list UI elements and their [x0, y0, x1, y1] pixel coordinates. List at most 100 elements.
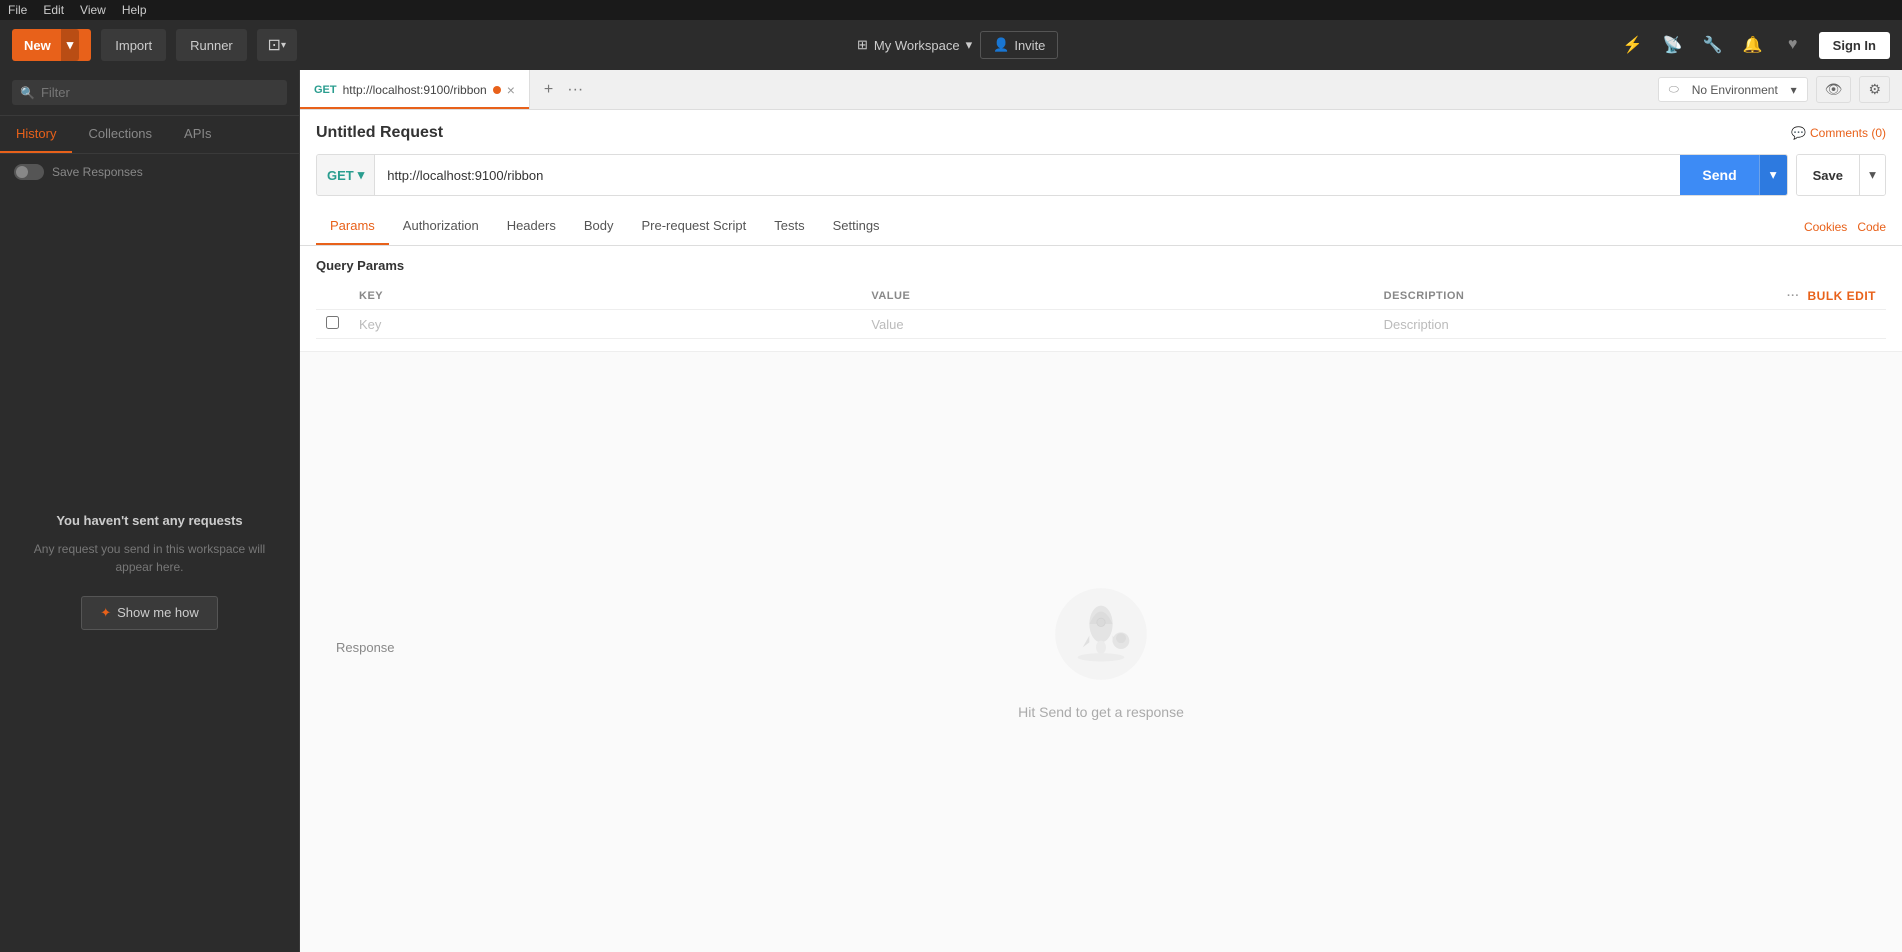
env-icon: ⬭	[1669, 82, 1679, 97]
lightning-icon[interactable]: ⚡	[1619, 31, 1647, 59]
response-hint: Hit Send to get a response	[1018, 704, 1184, 720]
tab-actions: + ···	[530, 70, 597, 109]
sidebar-tab-apis[interactable]: APIs	[168, 116, 227, 153]
sidebar-tab-history[interactable]: History	[0, 116, 72, 153]
req-tabs-right: Cookies Code	[1804, 208, 1886, 245]
save-responses-toggle[interactable]	[14, 164, 44, 180]
invite-label: Invite	[1014, 38, 1045, 53]
params-key-cell	[349, 310, 861, 339]
params-value-cell	[861, 310, 1373, 339]
runner-button[interactable]: Runner	[176, 29, 247, 61]
tab-method: GET	[314, 84, 337, 96]
new-dropdown-arrow[interactable]: ▾	[61, 29, 80, 61]
request-section: Untitled Request 💬 Comments (0) GET ▾ Se…	[300, 110, 1902, 196]
params-section: Query Params KEY VALUE DESCRIPTION	[300, 246, 1902, 351]
sidebar-tabs: History Collections APIs	[0, 116, 299, 154]
rocket-illustration	[1051, 584, 1151, 684]
env-dropdown-icon: ▾	[1791, 83, 1797, 97]
save-button[interactable]: Save	[1797, 155, 1859, 195]
save-responses-label: Save Responses	[52, 165, 143, 179]
settings-button[interactable]: ⚙	[1859, 76, 1890, 103]
code-link[interactable]: Code	[1857, 220, 1886, 234]
params-desc-cell	[1374, 310, 1886, 339]
request-tab[interactable]: GET http://localhost:9100/ribbon ×	[300, 70, 530, 109]
req-tab-params[interactable]: Params	[316, 208, 389, 245]
tab-close-button[interactable]: ×	[507, 82, 515, 98]
send-dropdown-button[interactable]: ▾	[1759, 155, 1787, 195]
search-icon: 🔍	[20, 86, 35, 100]
req-tab-authorization[interactable]: Authorization	[389, 208, 493, 245]
req-tab-pre-request[interactable]: Pre-request Script	[627, 208, 760, 245]
cursor-icon: ✦	[100, 605, 111, 621]
comments-link[interactable]: 💬 Comments (0)	[1791, 126, 1886, 140]
show-me-label: Show me how	[117, 605, 199, 620]
search-input[interactable]	[41, 85, 279, 100]
environment-selector[interactable]: ⬭ No Environment ▾	[1658, 77, 1808, 102]
show-me-button[interactable]: ✦ Show me how	[81, 596, 218, 630]
tab-url: http://localhost:9100/ribbon	[343, 83, 487, 97]
save-dropdown-button[interactable]: ▾	[1859, 155, 1885, 195]
params-desc-header: DESCRIPTION ··· Bulk Edit	[1374, 283, 1886, 310]
workspace-button[interactable]: ⊞ My Workspace ▾	[857, 37, 972, 53]
params-row-checkbox[interactable]	[326, 316, 339, 329]
invite-button[interactable]: 👤 Invite	[980, 31, 1058, 59]
query-params-title: Query Params	[316, 258, 1886, 273]
url-input[interactable]	[375, 155, 1680, 195]
toolbar: New ▾ Import Runner ⊡ ▾ ⊞ My Workspace ▾…	[0, 20, 1902, 70]
req-tab-settings[interactable]: Settings	[819, 208, 894, 245]
method-selector[interactable]: GET ▾	[317, 155, 375, 195]
satellite-icon[interactable]: 📡	[1659, 31, 1687, 59]
new-button[interactable]: New ▾	[12, 29, 91, 61]
sidebar-tab-collections[interactable]: Collections	[72, 116, 168, 153]
tools-icon[interactable]: 🔧	[1699, 31, 1727, 59]
menu-view[interactable]: View	[80, 3, 106, 17]
request-title-row: Untitled Request 💬 Comments (0)	[316, 124, 1886, 142]
toolbar-right: ⚡ 📡 🔧 🔔 ♥ Sign In	[1619, 31, 1890, 59]
capture-icon: ⊡	[268, 35, 281, 55]
capture-dropdown[interactable]: ▾	[281, 40, 286, 51]
bell-icon[interactable]: 🔔	[1739, 31, 1767, 59]
save-btn-group: Save ▾	[1796, 154, 1886, 196]
sidebar-search-area: 🔍	[0, 70, 299, 116]
response-section: Response Hit Send to	[300, 351, 1902, 952]
params-table: KEY VALUE DESCRIPTION ··· Bulk Edit	[316, 283, 1886, 339]
params-checkbox-cell	[316, 310, 349, 339]
main-layout: 🔍 History Collections APIs Save Response…	[0, 70, 1902, 952]
params-desc-input[interactable]	[1384, 317, 1876, 332]
bulk-edit-link[interactable]: Bulk Edit	[1808, 289, 1877, 303]
sidebar: 🔍 History Collections APIs Save Response…	[0, 70, 300, 952]
search-wrapper: 🔍	[12, 80, 287, 105]
menu-help[interactable]: Help	[122, 3, 147, 17]
new-tab-button[interactable]: +	[540, 77, 557, 103]
menu-edit[interactable]: Edit	[43, 3, 64, 17]
request-title: Untitled Request	[316, 124, 443, 142]
heart-icon[interactable]: ♥	[1779, 31, 1807, 59]
capture-button[interactable]: ⊡ ▾	[257, 29, 297, 61]
sign-in-button[interactable]: Sign In	[1819, 32, 1890, 59]
comment-icon: 💬	[1791, 126, 1806, 140]
req-tab-headers[interactable]: Headers	[493, 208, 570, 245]
import-button[interactable]: Import	[101, 29, 166, 61]
params-value-input[interactable]	[871, 317, 1363, 332]
send-button[interactable]: Send	[1680, 155, 1758, 195]
tab-bar-right: ⬭ No Environment ▾ 👁 ⚙	[1646, 70, 1902, 109]
params-more-icon[interactable]: ···	[1787, 290, 1800, 302]
invite-icon: 👤	[993, 37, 1009, 53]
tab-more-button[interactable]: ···	[563, 77, 587, 103]
empty-title: You haven't sent any requests	[56, 513, 242, 528]
req-tab-body[interactable]: Body	[570, 208, 628, 245]
req-tab-tests[interactable]: Tests	[760, 208, 818, 245]
params-key-header: KEY	[349, 283, 861, 310]
params-header-row: KEY VALUE DESCRIPTION ··· Bulk Edit	[316, 283, 1886, 310]
menu-file[interactable]: File	[8, 3, 27, 17]
workspace-grid-icon: ⊞	[857, 37, 868, 53]
environment-eye-button[interactable]: 👁	[1816, 76, 1852, 103]
params-check-header	[316, 283, 349, 310]
table-row	[316, 310, 1886, 339]
method-label: GET	[327, 168, 354, 183]
env-label: No Environment	[1692, 83, 1778, 97]
params-key-input[interactable]	[359, 317, 851, 332]
method-dropdown-icon: ▾	[358, 167, 365, 183]
toggle-knob	[16, 166, 28, 178]
cookies-link[interactable]: Cookies	[1804, 220, 1847, 234]
